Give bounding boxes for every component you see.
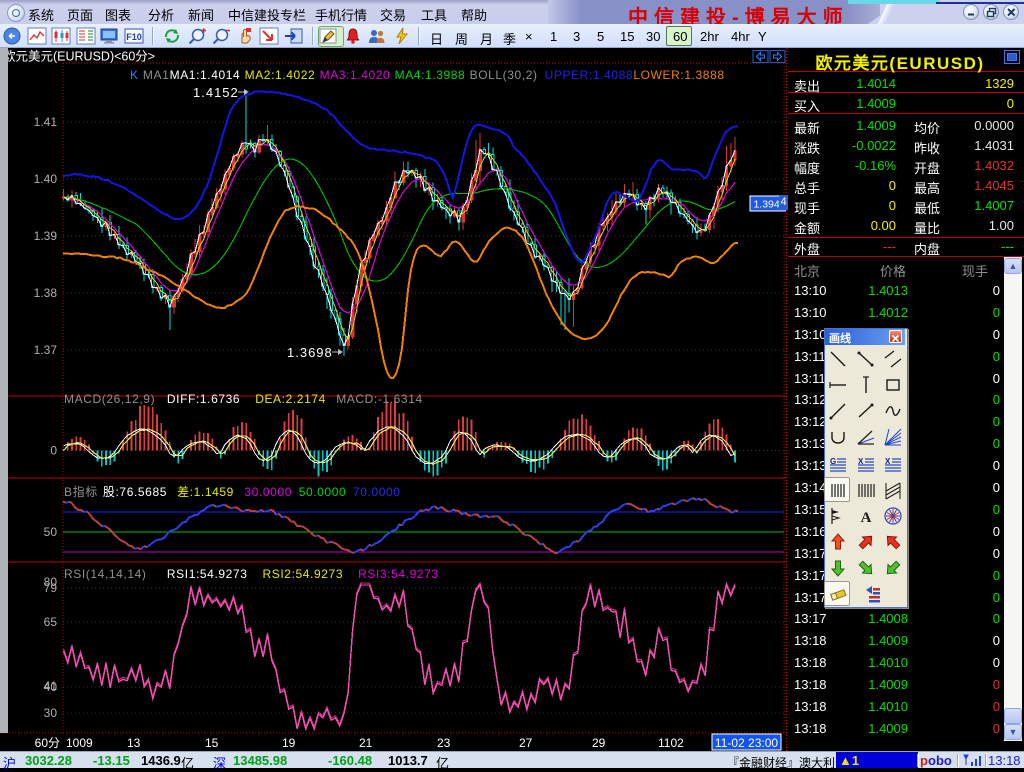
svg-text:19: 19 bbox=[282, 736, 296, 750]
svg-text:1.38: 1.38 bbox=[34, 286, 58, 300]
svg-text:X: X bbox=[885, 457, 891, 466]
svg-text:27: 27 bbox=[519, 736, 533, 750]
svg-text:KMA1MA1:1.4014MA2:1.4022MA3:1.: KMA1MA1:1.4014MA2:1.4022MA3:1.4020MA4:1.… bbox=[130, 68, 725, 82]
svg-text:A: A bbox=[861, 510, 872, 526]
svg-text:23: 23 bbox=[437, 736, 451, 750]
svg-text:0: 0 bbox=[50, 444, 57, 458]
svg-text:X: X bbox=[858, 457, 864, 466]
svg-text:11-02 23:00: 11-02 23:00 bbox=[715, 736, 778, 750]
svg-text:21: 21 bbox=[359, 736, 373, 750]
svg-text:1.40: 1.40 bbox=[34, 172, 58, 186]
svg-text:41: 41 bbox=[44, 679, 58, 693]
svg-text:1102: 1102 bbox=[658, 736, 684, 750]
svg-text:80: 80 bbox=[44, 575, 58, 589]
svg-text:1.4152: 1.4152 bbox=[193, 85, 239, 100]
svg-text:1009: 1009 bbox=[66, 736, 93, 750]
svg-text:30: 30 bbox=[44, 706, 58, 720]
svg-text:F10: F10 bbox=[126, 32, 142, 42]
svg-text:50: 50 bbox=[44, 525, 58, 539]
svg-text:1.37: 1.37 bbox=[34, 343, 58, 357]
svg-text:1.41: 1.41 bbox=[34, 115, 58, 129]
svg-text:G: G bbox=[830, 457, 836, 466]
svg-text:65: 65 bbox=[44, 615, 58, 629]
svg-text:欧元美元(EURUSD)<60分>: 欧元美元(EURUSD)<60分> bbox=[3, 50, 155, 64]
svg-text:13: 13 bbox=[127, 736, 141, 750]
svg-text:1.39: 1.39 bbox=[34, 229, 58, 243]
svg-text:29: 29 bbox=[592, 736, 606, 750]
svg-text:60分: 60分 bbox=[35, 736, 60, 750]
svg-text:1.3698: 1.3698 bbox=[287, 345, 333, 360]
svg-text:15: 15 bbox=[205, 736, 219, 750]
